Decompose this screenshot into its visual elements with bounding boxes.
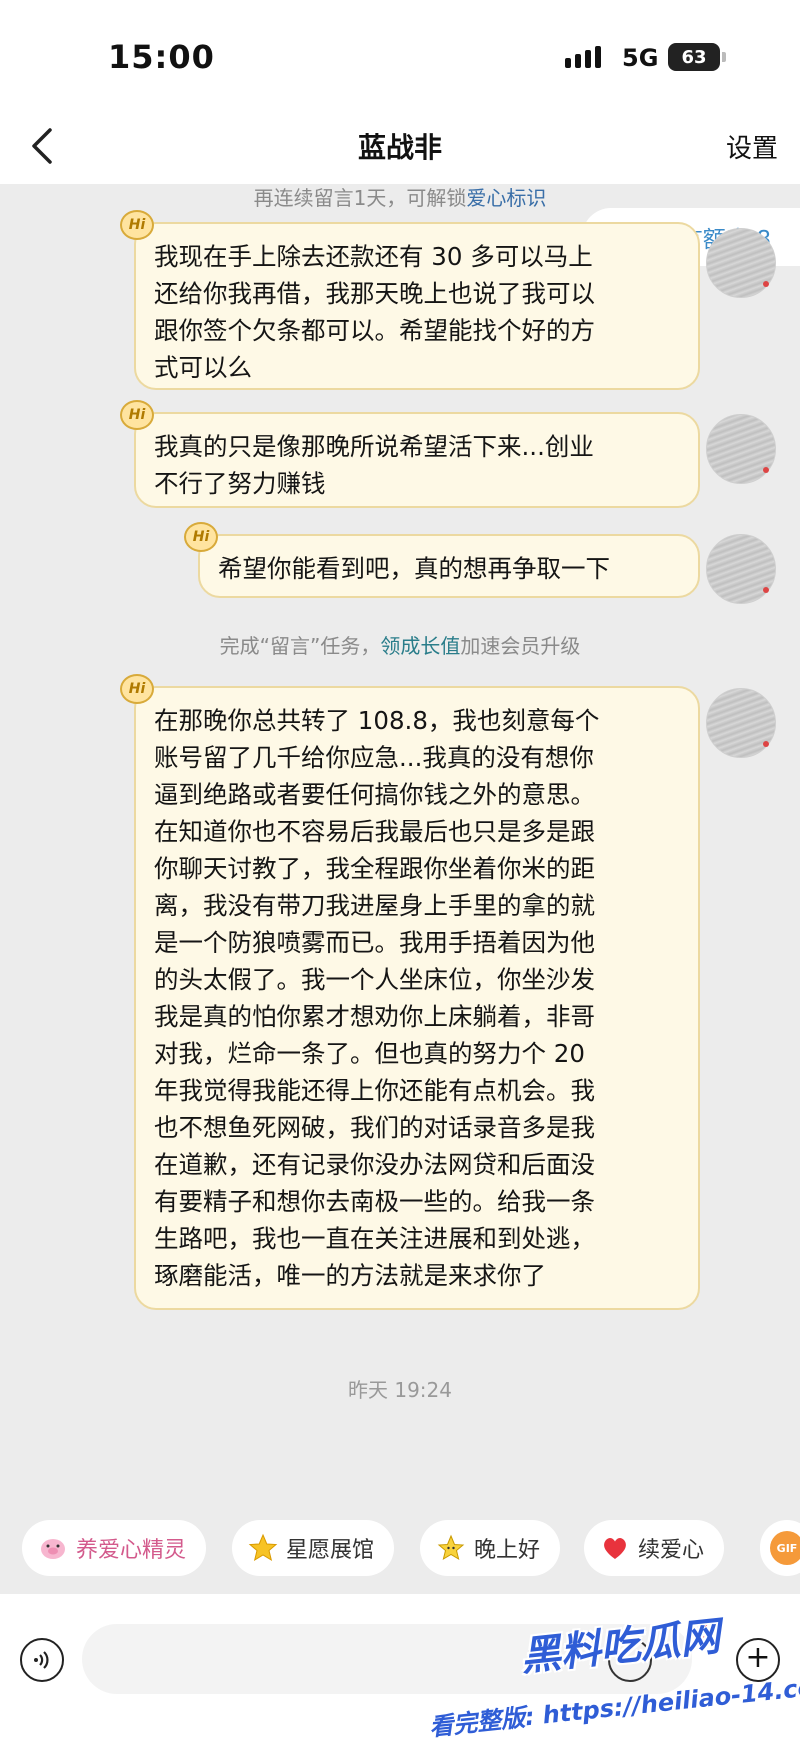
hi-badge-icon: Hi xyxy=(120,674,154,704)
message-line: 对我，烂命一条了。但也真的努力个 20 xyxy=(154,1039,585,1068)
quick-action-label: 星愿展馆 xyxy=(286,1538,375,1563)
heart-icon xyxy=(600,1533,630,1563)
quick-action-gif[interactable]: GIF xyxy=(760,1520,800,1576)
voice-icon xyxy=(34,1651,49,1669)
unlock-notice: 再连续留言1天，可解锁爱心标识 xyxy=(0,182,800,211)
unlock-notice-text: 再连续留言1天，可解锁 xyxy=(253,186,467,210)
avatar[interactable] xyxy=(706,414,776,484)
quick-action-label: 晚上好 xyxy=(474,1538,541,1563)
quick-action-label: 养爱心精灵 xyxy=(76,1538,187,1563)
message-line: 生路吧，我也一直在关注进展和到处逃， xyxy=(154,1224,595,1253)
message-line: 希望你能看到吧，真的想再争取一下 xyxy=(218,554,610,583)
message-timestamp: 昨天 19:24 xyxy=(348,1378,452,1402)
hi-badge-icon: Hi xyxy=(120,210,154,240)
hi-badge-icon: Hi xyxy=(120,400,154,430)
signal-icon xyxy=(565,46,601,68)
message-line: 账号留了几千给你应急...我真的没有想你 xyxy=(154,743,594,772)
avatar[interactable] xyxy=(706,534,776,604)
hi-badge-icon: Hi xyxy=(184,522,218,552)
message-line: 我现在手上除去还款还有 30 多可以马上 xyxy=(154,242,593,271)
message-line: 式可以么 xyxy=(154,353,252,382)
message-line: 的头太假了。我一个人坐床位，你坐沙发 xyxy=(154,965,595,994)
task-notice: 完成“留言”任务，领成长值加速会员升级 xyxy=(0,630,800,659)
message-line: 逼到绝路或者要任何搞你钱之外的意思。 xyxy=(154,780,595,809)
message-line: 在道歉，还有记录你没办法网贷和后面没 xyxy=(154,1150,595,1179)
nav-bar: 蓝战非 设置 xyxy=(0,110,800,184)
page-title: 蓝战非 xyxy=(357,131,442,164)
quick-action-label: 续爱心 xyxy=(638,1538,705,1563)
gif-icon: GIF xyxy=(770,1531,800,1565)
message-bubble[interactable]: Hi 我真的只是像那晚所说希望活下来...创业 不行了努力赚钱 xyxy=(120,400,700,508)
network-type: 5G xyxy=(622,44,659,72)
avatar[interactable] xyxy=(706,688,776,758)
quick-action-wish-gallery[interactable]: 星愿展馆 xyxy=(232,1520,395,1576)
moon-star-icon xyxy=(436,1533,466,1563)
task-notice-text: 完成“留言”任务， xyxy=(219,634,381,658)
message-line: 我真的只是像那晚所说希望活下来...创业 xyxy=(154,432,594,461)
watermark-logo: 黑料吃瓜网 xyxy=(518,1613,723,1681)
message-bubble[interactable]: Hi 希望你能看到吧，真的想再争取一下 xyxy=(184,522,700,598)
message-line: 在知道你也不容易后我最后也只是多是跟 xyxy=(154,817,595,846)
message-bubble[interactable]: Hi 在那晚你总共转了 108.8，我也刻意每个 账号留了几千给你应急...我真… xyxy=(120,674,700,1310)
message-line: 是一个防狼喷雾而已。我用手捂着因为他 xyxy=(154,928,595,957)
star-icon xyxy=(248,1533,278,1563)
quick-action-renew-love[interactable]: 续爱心 xyxy=(584,1520,725,1576)
input-bar: + 黑料吃瓜网 看完整版: https://heiliao-14.com xyxy=(0,1594,800,1739)
love-badge-link[interactable]: 爱心标识 xyxy=(466,186,546,210)
quick-action-good-evening[interactable]: 晚上好 xyxy=(420,1520,561,1576)
avatar[interactable] xyxy=(706,228,776,298)
battery-icon: 63 xyxy=(668,43,726,71)
status-time: 15:00 xyxy=(108,38,215,76)
message-bubble[interactable]: Hi 我现在手上除去还款还有 30 多可以马上 还给你我再借，我那天晚上也说了我… xyxy=(120,210,700,390)
message-line: 琢磨能活，唯一的方法就是来求你了 xyxy=(154,1261,546,1290)
gif-label: GIF xyxy=(776,1541,798,1555)
message-line: 跟你签个欠条都可以。希望能找个好的方 xyxy=(154,316,595,345)
message-line: 也不想鱼死网破，我们的对话录音多是我 xyxy=(154,1113,595,1142)
message-line: 离，我没有带刀我进屋身上手里的拿的就 xyxy=(154,891,595,920)
quick-action-raise-spirit[interactable]: 养爱心精灵 xyxy=(22,1520,207,1576)
task-notice-suffix: 加速会员升级 xyxy=(460,634,581,658)
message-line: 有要精子和想你去南极一些的。给我一条 xyxy=(154,1187,595,1216)
message-line: 不行了努力赚钱 xyxy=(154,469,326,498)
pig-icon xyxy=(38,1533,68,1563)
settings-button[interactable]: 设置 xyxy=(726,128,778,165)
message-line: 你聊天讨教了，我全程跟你坐着你米的距 xyxy=(154,854,595,883)
chat-area[interactable]: 再连续留言1天，可解锁爱心标识 今日留言额度:8 Hi 我现在手上除去还款还有 … xyxy=(0,184,800,1504)
message-line: 年我觉得我能还得上你还能有点机会。我 xyxy=(154,1076,595,1105)
message-line: 我是真的怕你累才想劝你上床躺着，非哥 xyxy=(154,1002,595,1031)
quick-actions-bar: 养爱心精灵 星愿展馆 晚上好 续爱心 GIF xyxy=(0,1504,800,1594)
message-line: 在那晚你总共转了 108.8，我也刻意每个 xyxy=(154,706,600,735)
growth-value-link[interactable]: 领成长值 xyxy=(380,634,460,658)
status-bar: 15:00 5G 63 xyxy=(0,0,800,110)
message-line: 还给你我再借，我那天晚上也说了我可以 xyxy=(154,279,595,308)
voice-input-button[interactable] xyxy=(20,1638,64,1682)
